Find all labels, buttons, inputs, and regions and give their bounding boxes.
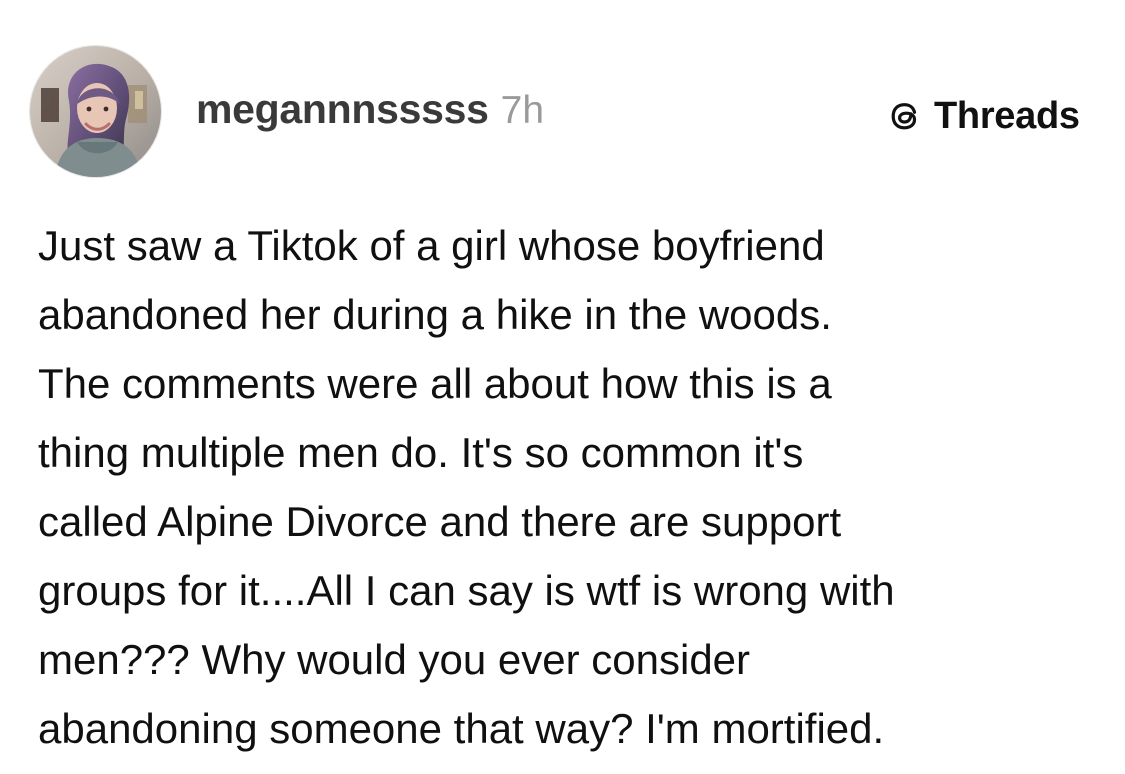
post-text-line: men??? Why would you ever consider: [38, 636, 751, 683]
author-avatar[interactable]: [30, 46, 161, 177]
post-text-line: abandoned her during a hike in the woods…: [38, 291, 832, 338]
threads-brand: Threads: [884, 88, 1080, 144]
post-text-line: groups for it....All I can say is wtf is…: [38, 567, 895, 614]
author-username[interactable]: megannnsssss: [196, 86, 489, 133]
threads-post-screenshot: megannnsssss 7h Threads Just saw a Tikto…: [0, 0, 1125, 774]
post-text-line: abandoning someone that way? I'm mortifi…: [38, 705, 885, 752]
post-text-line: The comments were all about how this is …: [38, 360, 832, 407]
post-text-line: Just saw a Tiktok of a girl whose boyfri…: [38, 222, 825, 269]
post-body-text: Just saw a Tiktok of a girl whose boyfri…: [38, 211, 1100, 763]
profile-photo-avatar: [30, 46, 161, 177]
post-text-line: thing multiple men do. It's so common it…: [38, 429, 804, 476]
threads-brand-name: Threads: [934, 94, 1080, 137]
threads-logo-icon: [884, 95, 926, 137]
post-text-line: called Alpine Divorce and there are supp…: [38, 498, 842, 545]
post-timestamp: 7h: [500, 89, 545, 132]
post-header: megannnsssss 7h: [196, 86, 544, 146]
